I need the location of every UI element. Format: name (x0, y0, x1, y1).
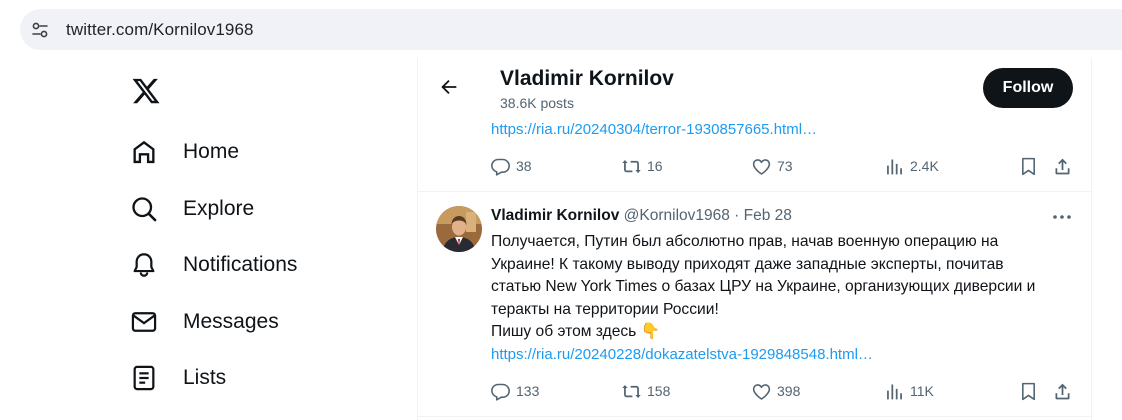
like-button[interactable]: 73 (751, 154, 793, 178)
x-logo-icon[interactable] (130, 76, 162, 106)
repost-count: 16 (647, 158, 663, 174)
nav-notifications[interactable]: Notifications (130, 245, 370, 285)
tweet-link[interactable]: https://ria.ru/20240228/dokazatelstva-19… (491, 346, 873, 363)
avatar-image (436, 206, 482, 252)
nav-lists-label: Lists (183, 366, 227, 389)
back-arrow-icon[interactable] (438, 76, 460, 98)
like-button[interactable]: 398 (751, 379, 800, 403)
post-count: 38.6K posts (500, 95, 574, 111)
search-icon (132, 197, 157, 222)
bookmark-icon (1022, 382, 1035, 400)
address-bar[interactable]: twitter.com/Kornilov1968 (20, 9, 1122, 50)
views-button[interactable]: 2.4K (884, 154, 939, 178)
views-chart-icon (887, 159, 902, 174)
reply-button[interactable]: 38 (490, 154, 532, 178)
nav-notifications-label: Notifications (183, 253, 298, 276)
author-handle-date[interactable]: @Kornilov1968 · Feb 28 (624, 207, 792, 224)
nav-explore-label: Explore (183, 197, 255, 220)
nav-home-label: Home (183, 140, 240, 163)
url-text[interactable]: twitter.com/Kornilov1968 (66, 20, 254, 40)
tweet-actions: 38 16 73 2.4K (490, 154, 1074, 178)
tweet-text-line: Получается, Путин был абсолютно прав, на… (491, 233, 999, 250)
bookmark-button[interactable] (1018, 379, 1039, 403)
tweet-text-line: Пишу об этом здесь 👇 (491, 323, 661, 341)
bell-icon (133, 253, 155, 277)
more-options-icon[interactable] (1051, 207, 1073, 227)
reply-count: 38 (516, 158, 532, 174)
nav-messages[interactable]: Messages (130, 302, 370, 342)
heart-icon (752, 383, 771, 400)
tweet-link[interactable]: https://ria.ru/20240304/terror-193085766… (491, 121, 817, 138)
views-chart-icon (887, 384, 902, 399)
divider (418, 191, 1091, 192)
share-button[interactable] (1052, 154, 1073, 178)
bookmark-button[interactable] (1018, 154, 1039, 178)
site-settings-icon[interactable] (30, 20, 50, 40)
views-count: 11K (910, 383, 934, 399)
tweet-text: Получается, Путин был абсолютно прав, на… (491, 231, 1081, 344)
nav-lists[interactable]: Lists (130, 358, 370, 398)
nav-home[interactable]: Home (130, 132, 370, 172)
heart-icon (752, 158, 771, 175)
tweet-header: Vladimir Kornilov @Kornilov1968 · Feb 28 (491, 207, 792, 225)
repost-icon (622, 384, 641, 398)
list-icon (133, 365, 155, 391)
repost-icon (622, 159, 641, 173)
reply-icon (491, 383, 510, 401)
share-icon (1055, 158, 1070, 174)
views-count: 2.4K (910, 158, 939, 174)
repost-button[interactable]: 158 (621, 379, 670, 403)
reply-button[interactable]: 133 (490, 379, 539, 403)
tweet-text-line: Украине! К такому выводу приходят даже з… (491, 255, 1004, 273)
tweet-actions: 133 158 398 11K (490, 379, 1074, 403)
follow-button[interactable]: Follow (983, 68, 1073, 108)
reply-count: 133 (516, 383, 540, 399)
nav-explore[interactable]: Explore (130, 189, 370, 229)
browser-toolbar: twitter.com/Kornilov1968 (0, 0, 1122, 58)
profile-name: Vladimir Kornilov (500, 67, 674, 90)
share-icon (1055, 383, 1070, 399)
divider (418, 416, 1091, 417)
share-button[interactable] (1052, 379, 1073, 403)
bookmark-icon (1022, 157, 1035, 175)
avatar[interactable] (436, 206, 482, 252)
like-count: 398 (777, 383, 801, 399)
views-button[interactable]: 11K (884, 379, 934, 403)
repost-count: 158 (647, 383, 671, 399)
timeline-column: Vladimir Kornilov 38.6K posts Follow htt… (417, 58, 1092, 420)
repost-button[interactable]: 16 (621, 154, 663, 178)
tweet-text-line: теракты на территории России! (491, 300, 719, 318)
reply-icon (491, 158, 510, 176)
home-icon (133, 140, 155, 164)
tweet-text-line: статью New York Times о базах ЦРУ на Укр… (491, 278, 1036, 296)
author-name[interactable]: Vladimir Kornilov (491, 207, 619, 224)
envelope-icon (131, 312, 157, 332)
nav-messages-label: Messages (183, 310, 279, 333)
like-count: 73 (777, 158, 793, 174)
